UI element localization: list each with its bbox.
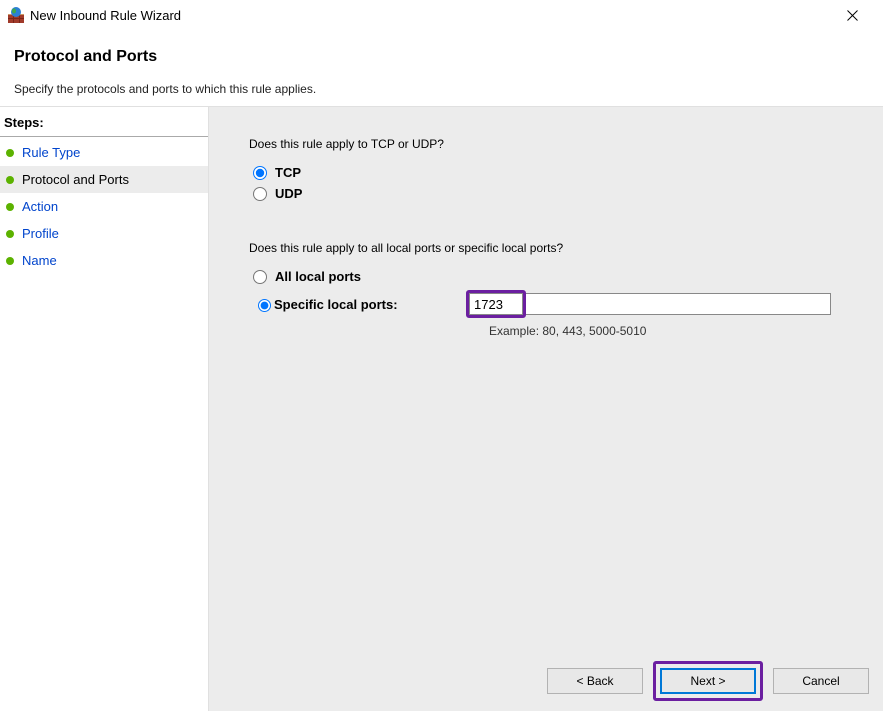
radio-specific-ports-label: Specific local ports:	[274, 297, 430, 312]
next-button[interactable]: Next >	[660, 668, 756, 694]
button-bar: < Back Next > Cancel	[547, 661, 869, 701]
back-button[interactable]: < Back	[547, 668, 643, 694]
window-title: New Inbound Rule Wizard	[30, 8, 829, 23]
ports-input-highlight	[466, 290, 526, 318]
ports-example-text: Example: 80, 443, 5000-5010	[489, 324, 855, 338]
bullet-icon	[6, 230, 14, 238]
close-icon	[847, 10, 858, 21]
radio-udp[interactable]	[253, 187, 267, 201]
steps-header: Steps:	[0, 107, 208, 137]
wizard-window: New Inbound Rule Wizard Protocol and Por…	[0, 0, 883, 722]
ports-input-extension[interactable]	[526, 293, 831, 315]
step-label: Action	[22, 199, 58, 214]
body-area: Steps: Rule Type Protocol and Ports Acti…	[0, 107, 883, 711]
step-rule-type[interactable]: Rule Type	[0, 139, 208, 166]
bullet-icon	[6, 149, 14, 157]
radio-row-specific-ports[interactable]: Specific local ports:	[249, 290, 855, 318]
step-protocol-and-ports[interactable]: Protocol and Ports	[0, 166, 208, 193]
titlebar: New Inbound Rule Wizard	[0, 0, 883, 30]
step-label: Rule Type	[22, 145, 80, 160]
firewall-icon	[8, 7, 24, 23]
bullet-icon	[6, 176, 14, 184]
step-label: Profile	[22, 226, 59, 241]
close-button[interactable]	[829, 0, 875, 30]
radio-udp-label: UDP	[275, 186, 302, 201]
radio-row-all-ports[interactable]: All local ports	[249, 269, 855, 284]
page-title: Protocol and Ports	[14, 48, 869, 66]
page-subtitle: Specify the protocols and ports to which…	[14, 82, 869, 96]
step-profile[interactable]: Profile	[0, 220, 208, 247]
step-name[interactable]: Name	[0, 247, 208, 274]
radio-specific-ports[interactable]	[258, 299, 271, 312]
content-panel: Does this rule apply to TCP or UDP? TCP …	[208, 107, 883, 711]
step-label: Name	[22, 253, 57, 268]
specific-ports-input[interactable]	[469, 293, 523, 315]
bullet-icon	[6, 257, 14, 265]
steps-list: Rule Type Protocol and Ports Action Prof…	[0, 139, 208, 274]
radio-row-tcp[interactable]: TCP	[249, 165, 855, 180]
radio-tcp-label: TCP	[275, 165, 301, 180]
radio-all-ports-label: All local ports	[275, 269, 361, 284]
cancel-button[interactable]: Cancel	[773, 668, 869, 694]
step-label: Protocol and Ports	[22, 172, 129, 187]
bullet-icon	[6, 203, 14, 211]
question-ports: Does this rule apply to all local ports …	[249, 241, 855, 255]
question-protocol: Does this rule apply to TCP or UDP?	[249, 137, 855, 151]
next-button-highlight: Next >	[653, 661, 763, 701]
step-action[interactable]: Action	[0, 193, 208, 220]
radio-row-udp[interactable]: UDP	[249, 186, 855, 201]
radio-all-ports[interactable]	[253, 270, 267, 284]
header-area: Protocol and Ports Specify the protocols…	[0, 30, 883, 107]
radio-tcp[interactable]	[253, 166, 267, 180]
ports-input-container	[430, 290, 831, 318]
steps-panel: Steps: Rule Type Protocol and Ports Acti…	[0, 107, 208, 711]
